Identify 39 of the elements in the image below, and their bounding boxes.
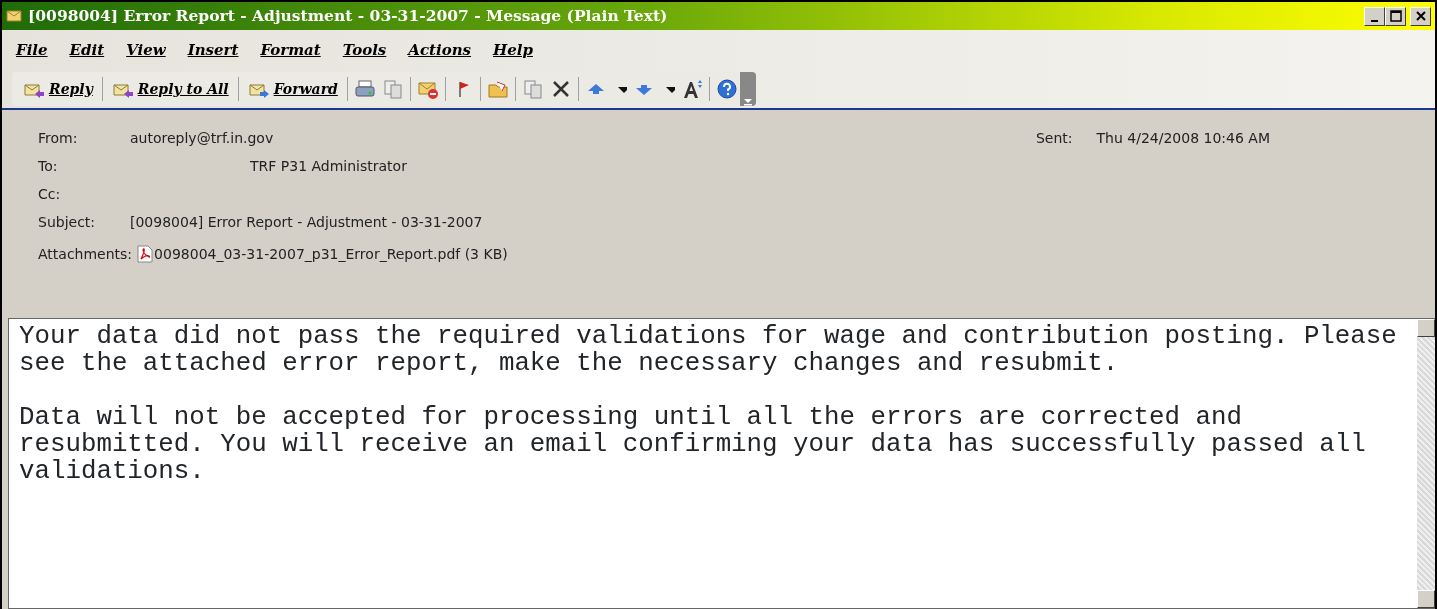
menu-item[interactable]: Help [493,38,533,62]
attachment-link[interactable]: 0098004_03-31-2007_p31_Error_Report.pdf (3 KB) [136,243,508,265]
envelope-icon [6,9,22,23]
subject-label: Subject: [38,212,97,232]
menu-item[interactable]: Actions [408,38,472,62]
sent-date: Thu 4/24/2008 10:46 AM [1096,128,1270,148]
folder-icon[interactable] [486,78,509,100]
body-paragraph: Data will not be accepted for processing until all the errors are corrected and resubmitted. You will receive an email confirming your data has successfully passed all validations. [19,404,1367,485]
from-label: From: [38,128,79,148]
cc-label: Cc: [38,184,62,204]
close-button[interactable] [1410,6,1431,26]
caret-icon [741,96,754,106]
maximize-icon [1388,9,1403,23]
menu-item[interactable]: View [126,38,166,62]
help-icon[interactable] [715,78,738,100]
minimize-button[interactable] [1364,6,1385,26]
body-paragraph: Your data did not pass the required validations for wage and contribution posting. Please see the attached error report, make the necessary changes and resubmit. [19,323,1398,377]
pdf-icon [136,245,155,263]
attachments-label: Attachments: [38,244,133,264]
toolbar-button[interactable]: Reply [20,76,96,102]
menu-item[interactable]: Format [260,38,321,62]
toolbar-overflow-button[interactable] [739,72,756,106]
minimize-icon [1371,19,1378,22]
to-label: To: [38,156,59,176]
subject-text: [0098004] Error Report - Adjustment - 03-31-2007 [130,212,483,232]
sent-label: Sent: [1035,128,1073,148]
close-icon [1413,9,1428,23]
recipient-name: TRF P31 Administrator [250,156,407,176]
printer-icon[interactable] [353,78,376,100]
toolbar-button[interactable]: Reply to All [108,76,232,102]
menu-item[interactable]: Insert [187,38,239,62]
menu-item[interactable]: Tools [342,38,387,62]
maximize-button[interactable] [1385,6,1406,26]
toolbar-button[interactable]: Forward [244,76,341,102]
scrollbar[interactable] [1417,319,1435,608]
window-title: [0098004] Error Report - Adjustment - 03-31-2007 - Message (Plain Text) [28,5,669,28]
sender-address: autoreply@trf.in.gov [130,128,274,148]
menu-item[interactable]: File [16,38,48,62]
menu-item[interactable]: Edit [69,38,105,62]
